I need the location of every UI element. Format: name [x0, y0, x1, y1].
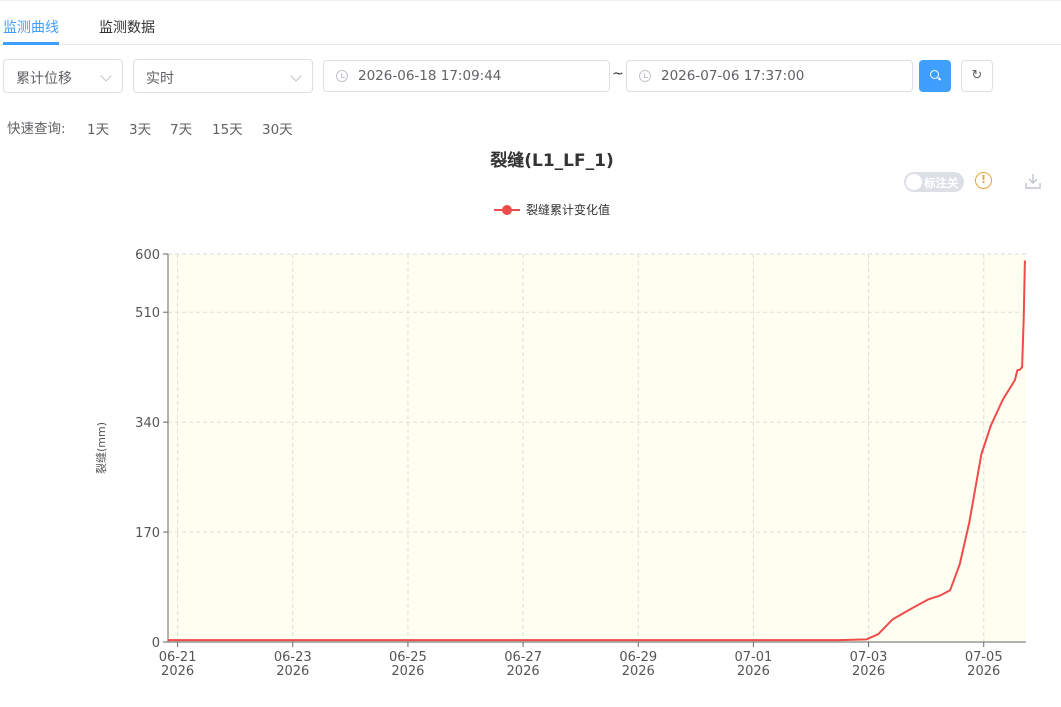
clock-icon: [336, 70, 348, 82]
legend-marker: [502, 205, 512, 215]
end-time-picker[interactable]: 2026-07-06 17:37:00: [626, 60, 913, 92]
y-tick-label: 340: [135, 416, 160, 431]
x-tick-label: 06-29: [619, 650, 657, 665]
y-tick-label: 600: [135, 248, 160, 263]
chevron-down-icon: [290, 70, 302, 82]
tab-monitoring-data[interactable]: 监测数据: [99, 17, 155, 37]
search-icon: [930, 70, 939, 79]
x-tick-label: 06-23: [274, 650, 312, 665]
mode-select-value: 实时: [146, 71, 174, 87]
quick-option-30d[interactable]: 30天: [262, 118, 293, 138]
type-select-value: 累计位移: [16, 71, 72, 87]
x-tick-year-label: 2026: [391, 664, 424, 679]
x-tick-year-label: 2026: [161, 664, 194, 679]
start-time-picker[interactable]: 2026-06-18 17:09:44: [323, 60, 610, 92]
x-tick-label: 07-03: [850, 650, 888, 665]
chevron-down-icon: [100, 70, 112, 82]
y-tick-label: 0: [152, 636, 160, 651]
clock-icon: [639, 70, 651, 82]
search-button[interactable]: [919, 60, 951, 92]
x-tick-label: 06-21: [159, 650, 197, 665]
quick-option-1d[interactable]: 1天: [87, 118, 109, 138]
legend-label: 裂缝累计变化值: [526, 202, 610, 217]
x-tick-year-label: 2026: [737, 664, 770, 679]
refresh-icon: ↻: [971, 68, 983, 83]
start-time-value: 2026-06-18 17:09:44: [358, 68, 502, 84]
x-tick-year-label: 2026: [622, 664, 655, 679]
x-tick-label: 07-01: [735, 650, 773, 665]
crack-chart: 裂缝(L1_LF_1) 裂缝累计变化值 017034051060006-2120…: [94, 150, 1026, 679]
toggle-knob: [906, 174, 922, 190]
y-tick-label: 510: [135, 306, 160, 321]
quick-option-3d[interactable]: 3天: [129, 118, 151, 138]
y-tick-label: 170: [135, 526, 160, 541]
x-tick-year-label: 2026: [276, 664, 309, 679]
end-time-value: 2026-07-06 17:37:00: [661, 68, 805, 84]
legend[interactable]: 裂缝累计变化值: [494, 202, 610, 217]
warning-icon[interactable]: !: [975, 172, 992, 189]
x-tick-label: 07-05: [965, 650, 1003, 665]
download-icon[interactable]: [1024, 172, 1042, 190]
type-select[interactable]: 累计位移: [3, 59, 123, 93]
range-separator: ~: [612, 66, 624, 82]
quick-option-15d[interactable]: 15天: [212, 118, 243, 138]
quick-option-7d[interactable]: 7天: [170, 118, 192, 138]
active-tab-underline: [3, 42, 59, 45]
tab-bar: 监测曲线 监测数据: [0, 0, 1061, 45]
x-tick-year-label: 2026: [852, 664, 885, 679]
x-tick-year-label: 2026: [967, 664, 1000, 679]
chart-title: 裂缝(L1_LF_1): [489, 150, 613, 171]
annotate-toggle-label: 标注关: [924, 176, 959, 190]
x-tick-year-label: 2026: [507, 664, 540, 679]
annotate-toggle[interactable]: 标注关: [904, 172, 964, 192]
mode-select[interactable]: 实时: [133, 59, 313, 93]
x-tick-label: 06-27: [504, 650, 542, 665]
tab-monitoring-curve[interactable]: 监测曲线: [3, 17, 59, 37]
plot-area: 017034051060006-21202606-23202606-252026…: [135, 248, 1026, 679]
x-tick-label: 06-25: [389, 650, 427, 665]
quick-query-label: 快速查询:: [7, 121, 66, 137]
refresh-button[interactable]: ↻: [961, 60, 993, 92]
y-axis-label: 裂缝(mm): [94, 422, 108, 474]
